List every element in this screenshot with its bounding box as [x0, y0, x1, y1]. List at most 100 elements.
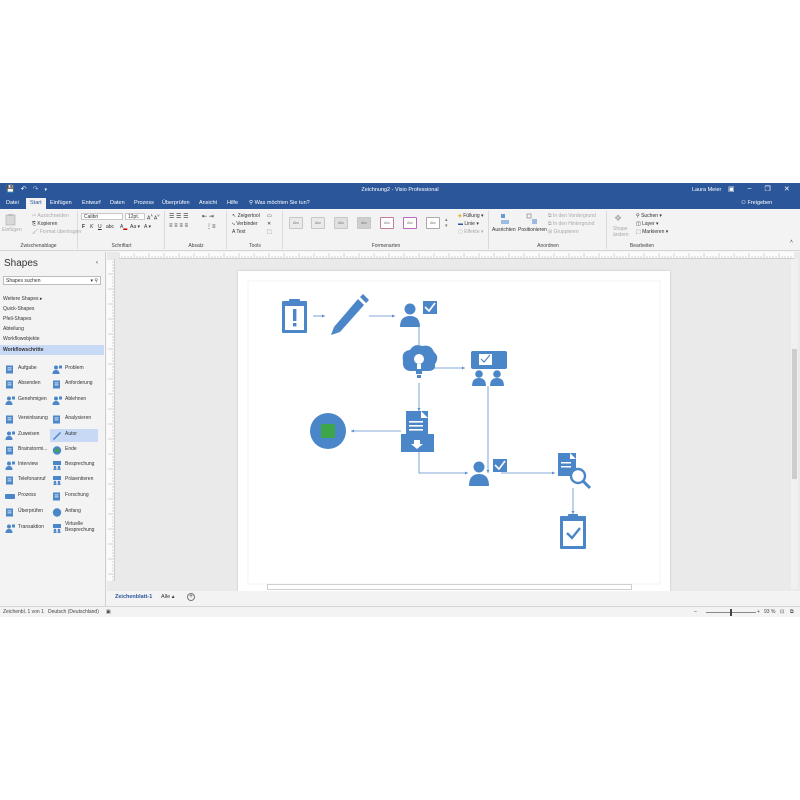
align-top-icon[interactable]: ☰ ☰ ☰: [169, 213, 188, 220]
line-button[interactable]: ▬ Linie ▾: [458, 221, 479, 227]
bring-front-button[interactable]: ⧉ In den Vordergrund: [548, 213, 596, 219]
shape-item[interactable]: Überprüfen: [3, 506, 51, 519]
shape-item[interactable]: Interview: [3, 459, 51, 472]
shape-review[interactable]: [560, 514, 586, 549]
pointer-tool-button[interactable]: ↖ Zeigertool: [232, 213, 260, 219]
collapse-ribbon-icon[interactable]: ˄: [790, 239, 793, 245]
shape-item[interactable]: Ablehnen: [50, 394, 98, 407]
vertical-ruler[interactable]: [107, 259, 115, 581]
italic-icon[interactable]: K: [90, 224, 93, 230]
shape-item[interactable]: Autor: [50, 429, 98, 442]
fit-page-icon[interactable]: ⊡: [780, 609, 784, 615]
align-icon[interactable]: [500, 213, 512, 225]
paste-icon[interactable]: [5, 213, 16, 226]
style-box-1[interactable]: Abc: [289, 217, 303, 229]
font-color-icon[interactable]: A▁: [120, 224, 127, 230]
shape-brainstorm[interactable]: [402, 345, 438, 378]
style-box-5[interactable]: Abc: [380, 217, 394, 229]
shape-item[interactable]: Vereinbarung: [3, 413, 51, 426]
stencil-quick-shapes[interactable]: Quick-Shapes: [3, 306, 34, 312]
tab-datei[interactable]: Datei: [6, 200, 19, 206]
add-sheet-icon[interactable]: +: [187, 593, 195, 601]
style-box-7[interactable]: Abc: [426, 217, 440, 229]
drawing-canvas[interactable]: [107, 252, 800, 596]
tab-einfuegen[interactable]: Einfügen: [50, 200, 72, 206]
tab-ueberpruefen[interactable]: Überprüfen: [162, 200, 190, 206]
bullets-icon[interactable]: ⋮≡: [206, 223, 216, 230]
all-sheets-button[interactable]: Alle ▴: [161, 594, 174, 600]
stencil-more-shapes[interactable]: Weitere Shapes ▸: [3, 296, 42, 302]
shape-item[interactable]: Besprechung: [50, 459, 98, 472]
zoom-in-icon[interactable]: +: [757, 609, 760, 615]
connector-8[interactable]: [418, 452, 468, 474]
group-button[interactable]: ⊞ Gruppieren: [548, 229, 579, 235]
horizontal-ruler[interactable]: [119, 252, 794, 259]
delete-connector-icon[interactable]: ✕: [267, 221, 271, 227]
shape-item[interactable]: Forschung: [50, 490, 98, 503]
shape-item[interactable]: Präsentieren: [50, 474, 98, 487]
font-family-select[interactable]: Calibri: [81, 213, 123, 220]
user-name[interactable]: Laura Meier: [692, 187, 721, 193]
position-button[interactable]: Positionieren: [518, 227, 547, 233]
case-icon[interactable]: Aa ▾: [130, 224, 140, 230]
minimize-icon[interactable]: –: [748, 185, 752, 193]
underline-icon[interactable]: U: [98, 224, 102, 230]
tell-me-search[interactable]: ⚲ Was möchten Sie tun?: [249, 200, 310, 206]
ribbon-display-icon[interactable]: ▣: [728, 185, 735, 193]
search-options-icon[interactable]: ▾ ⚲: [90, 277, 98, 285]
stencil-department[interactable]: Abteilung: [3, 326, 24, 332]
tab-daten[interactable]: Daten: [110, 200, 125, 206]
styles-scroll-icon[interactable]: ▴ ▾: [445, 217, 448, 229]
connector-button[interactable]: ⤷ Verbinder: [232, 221, 258, 227]
style-box-2[interactable]: Abc: [311, 217, 325, 229]
stencil-workflow-objects[interactable]: Workflowobjekte: [3, 336, 40, 342]
style-box-3[interactable]: Abc: [334, 217, 348, 229]
shape-item[interactable]: Brainstormi...: [3, 444, 51, 457]
collapse-pane-icon[interactable]: ‹: [96, 260, 98, 266]
stencil-workflow-steps[interactable]: Workflowschritte: [0, 345, 104, 355]
style-box-4[interactable]: Abc: [357, 217, 371, 229]
style-box-6[interactable]: Abc: [403, 217, 417, 229]
shape-item[interactable]: Aufgabe: [3, 363, 51, 376]
shape-author[interactable]: [331, 294, 369, 335]
switch-windows-icon[interactable]: ⧉: [790, 609, 794, 615]
page-indicator[interactable]: Zeichenbl. 1 von 1: [3, 609, 44, 615]
language-indicator[interactable]: Deutsch (Deutschland): [48, 609, 99, 615]
share-button[interactable]: ⚇ Freigeben: [741, 200, 772, 206]
align-left-icon[interactable]: ≡ ≡ ≡ ≡: [169, 223, 188, 229]
font-grow-icon[interactable]: A˄ A˅: [147, 213, 160, 222]
paste-button[interactable]: Einfügen: [2, 227, 22, 233]
maximize-icon[interactable]: ❐: [765, 185, 771, 193]
zoom-slider-thumb[interactable]: [730, 609, 732, 616]
shapes-search-input[interactable]: Shapes suchen ▾ ⚲: [3, 276, 101, 285]
shape-item[interactable]: Zuweisen: [3, 429, 51, 442]
tab-entwurf[interactable]: Entwurf: [82, 200, 101, 206]
shape-approve-1[interactable]: [400, 301, 437, 327]
stencil-arrow-shapes[interactable]: Pfeil-Shapes: [3, 316, 31, 322]
tab-start[interactable]: Start: [26, 198, 46, 209]
tab-prozess[interactable]: Prozess: [134, 200, 154, 206]
horizontal-scrollbar[interactable]: [267, 584, 632, 590]
copy-button[interactable]: ⎘ Kopieren: [32, 221, 57, 227]
format-painter-button[interactable]: 🖌 Format übertragen: [32, 229, 81, 235]
layer-button[interactable]: ◫ Layer ▾: [636, 221, 659, 227]
shape-submit[interactable]: [401, 411, 434, 452]
shape-task[interactable]: [282, 299, 307, 333]
line-tool-icon[interactable]: ⬚: [267, 229, 272, 235]
cut-button[interactable]: ✂ Ausschneiden: [32, 213, 69, 219]
shape-item[interactable]: Transaktion: [3, 522, 51, 535]
shape-research[interactable]: [558, 453, 592, 490]
highlight-icon[interactable]: A ▾: [144, 224, 151, 230]
bold-icon[interactable]: F: [82, 224, 85, 230]
shape-item[interactable]: Virtuelle Besprechung: [50, 521, 98, 535]
close-icon[interactable]: ✕: [784, 185, 790, 193]
shape-item[interactable]: Ende: [50, 444, 98, 457]
macro-icon[interactable]: ▣: [106, 609, 111, 615]
shape-item[interactable]: Problem: [50, 363, 98, 376]
select-button[interactable]: ⬚ Markieren ▾: [636, 229, 668, 235]
shape-item[interactable]: Analysieren: [50, 413, 98, 426]
align-button[interactable]: Ausrichten: [492, 227, 516, 233]
font-size-select[interactable]: 12pt.: [125, 213, 145, 220]
indent-icon[interactable]: ⇤ ⇥: [202, 213, 214, 220]
shape-item[interactable]: Genehmigen: [3, 394, 51, 407]
